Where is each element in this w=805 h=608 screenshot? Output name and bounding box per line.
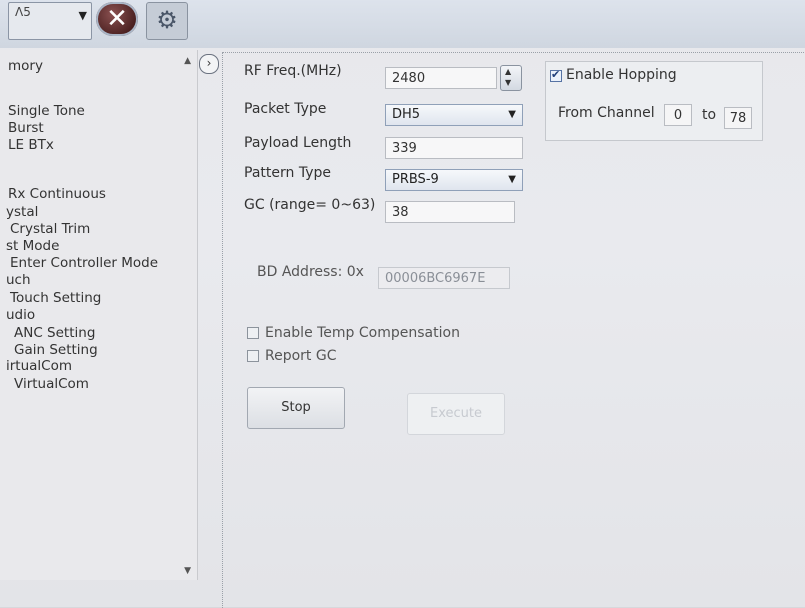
rf-freq-input[interactable]: 2480	[385, 67, 497, 89]
app-window: Λ5 ▼ ✕ ⚙ mory Single Tone Burst LE BTx R…	[0, 0, 805, 608]
pattern-type-label: Pattern Type	[244, 165, 331, 181]
collapse-panel-button[interactable]: ›	[199, 54, 219, 74]
gear-icon[interactable]: ⚙	[146, 2, 188, 40]
sidebar-item-le-btx[interactable]: LE BTx	[8, 137, 54, 153]
execute-button: Execute	[407, 393, 505, 435]
sidebar-item-touch[interactable]: uch	[6, 272, 31, 288]
gc-input[interactable]: 38	[385, 201, 515, 223]
sidebar-item-touch-setting[interactable]: Touch Setting	[10, 290, 101, 306]
spin-down-icon[interactable]: ▼	[505, 78, 511, 87]
close-icon[interactable]: ✕	[96, 2, 138, 36]
pattern-type-value: PRBS-9	[392, 172, 439, 187]
scroll-up-icon[interactable]: ▲	[184, 56, 191, 66]
report-gc-checkbox[interactable]	[247, 350, 259, 362]
report-gc-label: Report GC	[265, 348, 337, 364]
device-combo[interactable]: Λ5 ▼	[8, 2, 92, 40]
sidebar-item-single-tone[interactable]: Single Tone	[8, 103, 85, 119]
sidebar-item-memory[interactable]: mory	[8, 58, 43, 74]
sidebar-item-virtualcom-group[interactable]: irtualCom	[6, 358, 72, 374]
payload-length-label: Payload Length	[244, 135, 352, 151]
bd-address-label: BD Address: 0x	[257, 264, 364, 280]
main-content: RF Freq.(MHz) 2480 ▲ ▼ Packet Type DH5 ▼…	[222, 52, 805, 608]
enable-hopping-checkbox[interactable]	[550, 68, 562, 82]
sidebar-item-crystal-trim[interactable]: Crystal Trim	[10, 221, 90, 237]
rf-freq-label: RF Freq.(MHz)	[244, 63, 342, 79]
sidebar: mory Single Tone Burst LE BTx Rx Continu…	[0, 50, 198, 580]
to-label: to	[702, 107, 717, 123]
enable-temp-label: Enable Temp Compensation	[265, 325, 460, 341]
sidebar-item-rx-continuous[interactable]: Rx Continuous	[8, 186, 106, 202]
packet-type-label: Packet Type	[244, 101, 327, 117]
gc-label: GC (range= 0~63)	[244, 197, 376, 213]
sidebar-item-test-mode[interactable]: st Mode	[6, 238, 59, 254]
sidebar-item-virtualcom[interactable]: VirtualCom	[14, 376, 89, 392]
rf-freq-spinner[interactable]: ▲ ▼	[500, 65, 522, 91]
bd-address-input: 00006BC6967E	[378, 267, 510, 289]
chevron-down-icon: ▼	[78, 9, 87, 22]
chevron-right-icon: ›	[206, 56, 212, 70]
enable-temp-checkbox[interactable]	[247, 327, 259, 339]
payload-length-input[interactable]: 339	[385, 137, 523, 159]
stop-button[interactable]: Stop	[247, 387, 345, 429]
sidebar-item-audio[interactable]: udio	[6, 307, 35, 323]
sidebar-item-enter-controller-mode[interactable]: Enter Controller Mode	[10, 255, 158, 271]
packet-type-value: DH5	[392, 107, 421, 122]
hopping-group: Enable Hopping From Channel 0 to 78	[545, 61, 763, 141]
enable-hopping-label: Enable Hopping	[566, 67, 677, 83]
from-channel-label: From Channel	[558, 105, 655, 121]
chevron-down-icon: ▼	[508, 174, 516, 185]
device-combo-text: Λ5	[15, 5, 31, 19]
sidebar-item-gain-setting[interactable]: Gain Setting	[14, 342, 98, 358]
chevron-down-icon: ▼	[508, 109, 516, 120]
spin-up-icon[interactable]: ▲	[505, 67, 511, 76]
sidebar-item-crystal[interactable]: ystal	[6, 204, 38, 220]
to-channel-input[interactable]: 78	[724, 107, 752, 129]
pattern-type-select[interactable]: PRBS-9 ▼	[385, 169, 523, 191]
from-channel-input[interactable]: 0	[664, 104, 692, 126]
scroll-down-icon[interactable]: ▼	[184, 566, 191, 576]
toolbar: Λ5 ▼ ✕ ⚙	[0, 0, 805, 48]
packet-type-select[interactable]: DH5 ▼	[385, 104, 523, 126]
sidebar-item-anc-setting[interactable]: ANC Setting	[14, 325, 95, 341]
sidebar-item-burst[interactable]: Burst	[8, 120, 44, 136]
